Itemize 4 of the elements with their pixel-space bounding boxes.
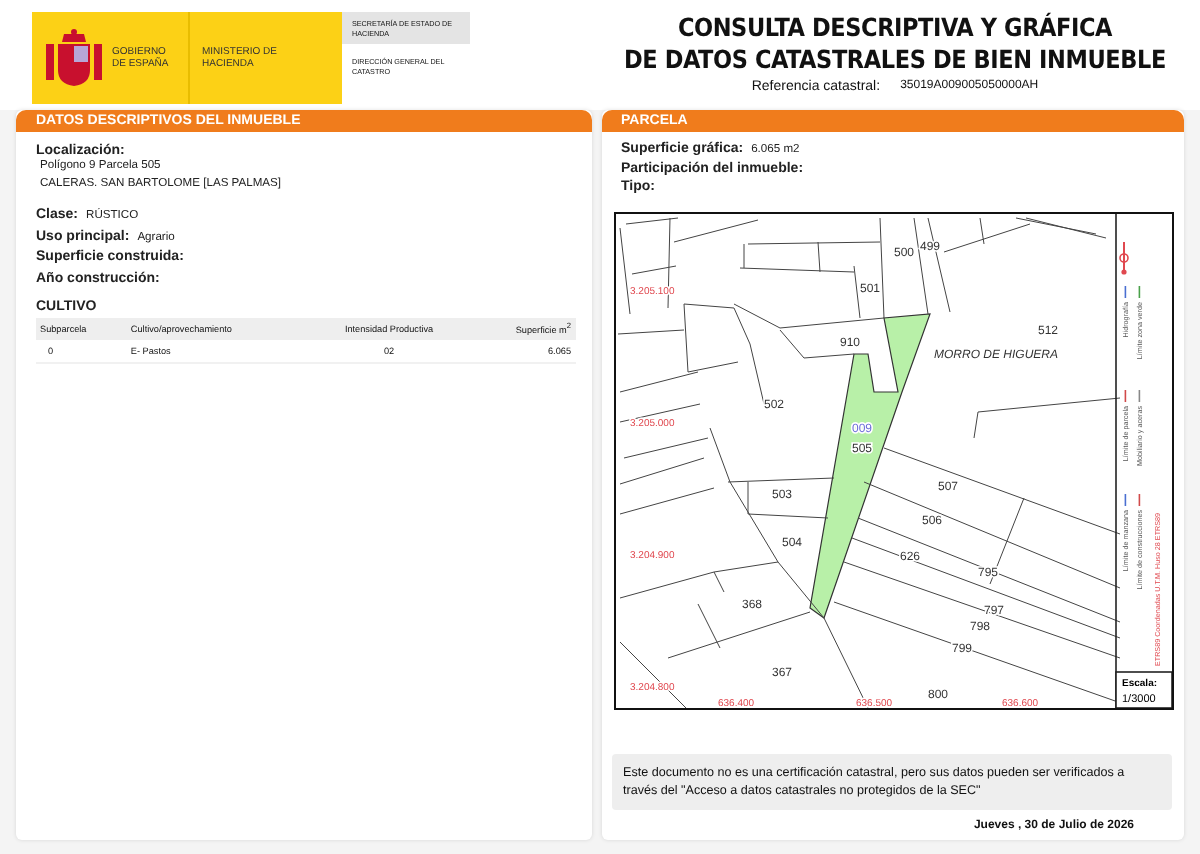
document-title: DE DATOS CATASTRALES DE BIEN INMUEBLE [624,44,1166,76]
document-title: CONSULTA DESCRIPTIVA Y GRÁFICA [677,12,1113,44]
coat-of-arms-drawing [44,26,104,90]
map-symbol-icon [1118,240,1128,274]
